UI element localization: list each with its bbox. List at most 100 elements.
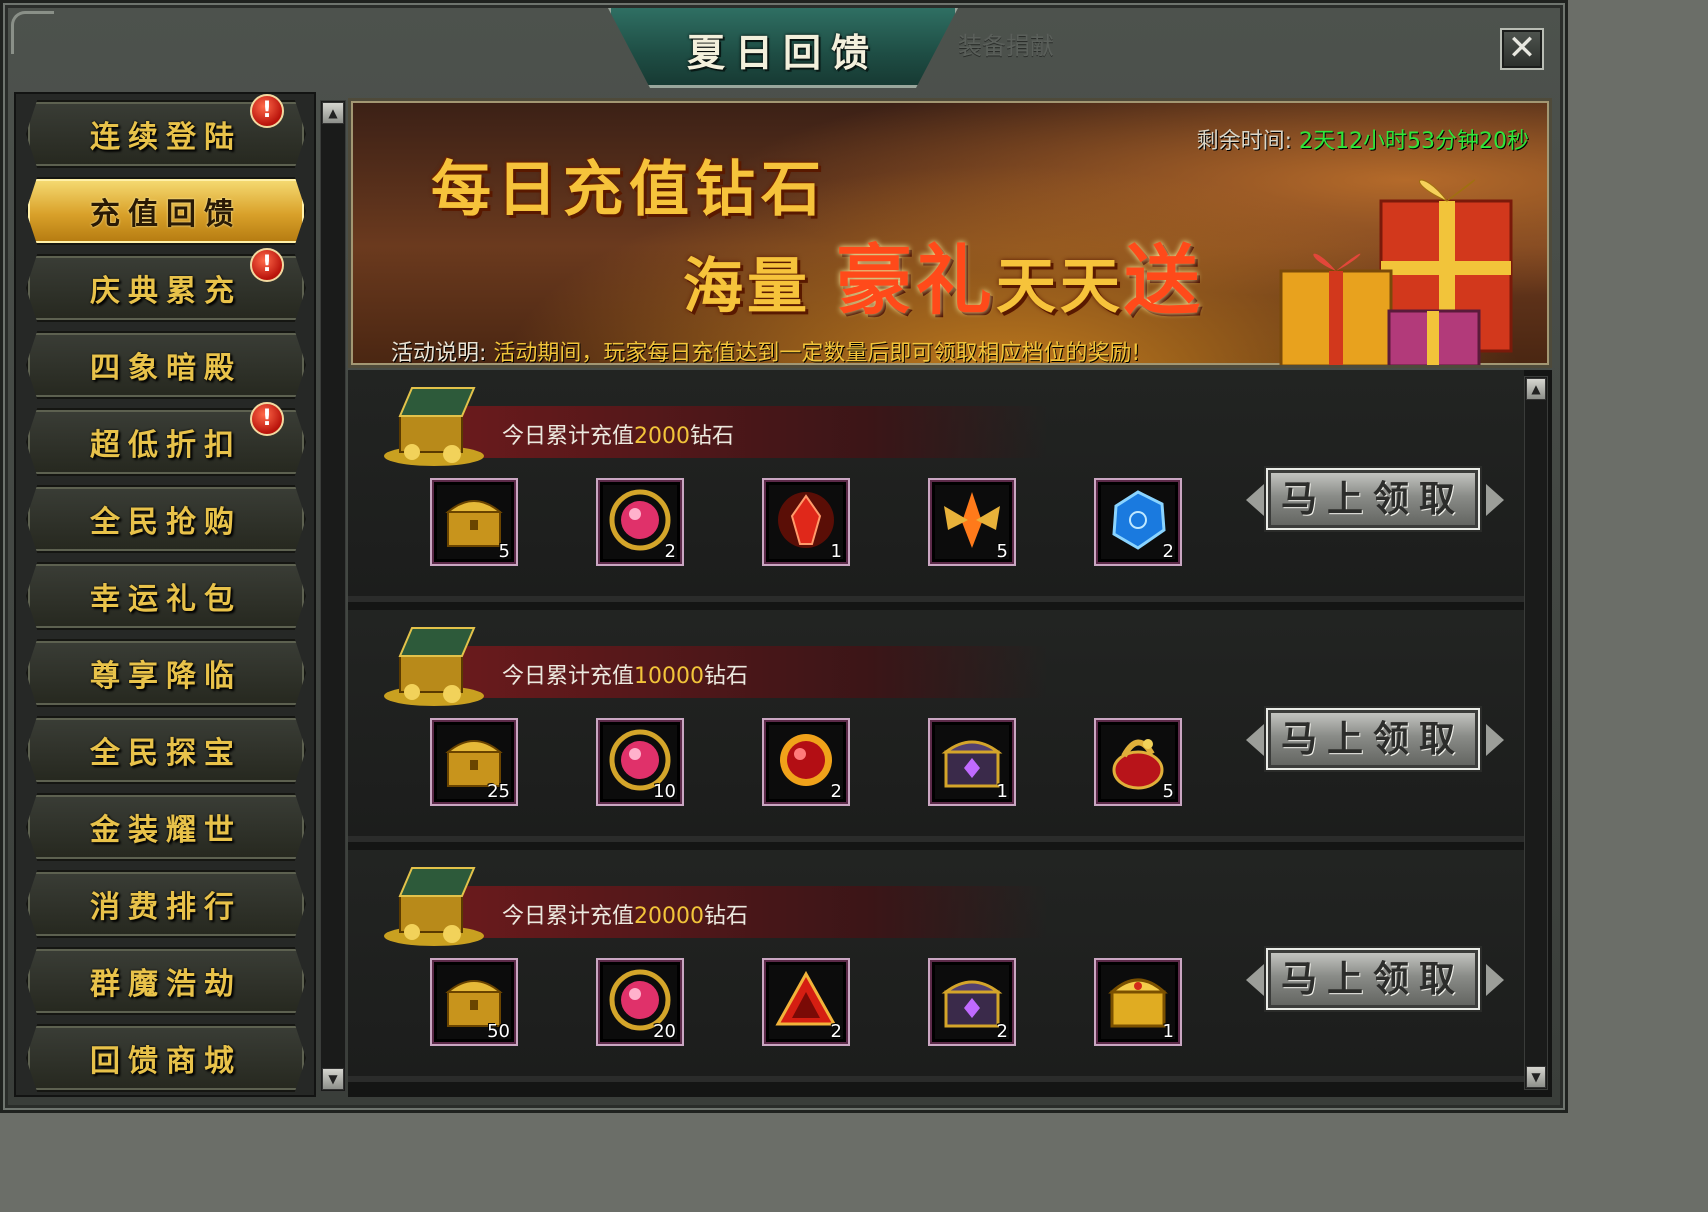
treasure-chest-icon bbox=[384, 387, 484, 466]
sidebar-item-label: 幸运礼包 bbox=[90, 582, 242, 617]
event-description: 活动说明: 活动期间，玩家每日充值达到一定数量后即可领取相应档位的奖励! bbox=[391, 335, 1141, 366]
sidebar-item-label: 尊享降临 bbox=[90, 659, 242, 694]
treasure-chest-icon bbox=[384, 867, 484, 946]
tier-suffix: 钻石 bbox=[704, 904, 749, 929]
banner-headline-1: 每日充值钻石 bbox=[431, 155, 827, 225]
reward-slot[interactable]: 2 bbox=[762, 718, 850, 806]
sidebar-item-lucky-pack[interactable]: 幸运礼包 bbox=[26, 562, 306, 630]
reward-slot[interactable]: 2 bbox=[928, 958, 1016, 1046]
tier-header: 今日累计充值10000钻石 bbox=[458, 646, 1048, 698]
reward-slot[interactable]: 5 bbox=[1094, 718, 1182, 806]
tier-amount: 2000 bbox=[634, 424, 691, 449]
item-quantity: 1 bbox=[1162, 1021, 1174, 1042]
item-quantity: 5 bbox=[498, 541, 510, 562]
headline-part-d: 送 bbox=[1123, 236, 1204, 325]
item-quantity: 2 bbox=[1162, 541, 1174, 562]
scroll-up-icon[interactable]: ▲ bbox=[1526, 378, 1546, 400]
sidebar-item-label: 充值回馈 bbox=[90, 197, 242, 232]
alert-badge-icon: ! bbox=[250, 94, 284, 128]
reward-slot[interactable]: 2 bbox=[596, 478, 684, 566]
item-quantity: 50 bbox=[487, 1021, 510, 1042]
tier-amount: 20000 bbox=[634, 904, 705, 929]
close-button[interactable]: ✕ bbox=[1500, 28, 1544, 70]
sidebar-item-demon-raid[interactable]: 群魔浩劫 bbox=[26, 947, 306, 1015]
event-banner: 剩余时间: 2天12小时53分钟20秒 每日充值钻石 海量 豪礼天天送 活动说明… bbox=[348, 98, 1552, 368]
sidebar-item-flash-sale[interactable]: 全民抢购 bbox=[26, 485, 306, 553]
item-quantity: 5 bbox=[1162, 781, 1174, 802]
sidebar-item-treasure-hunt[interactable]: 全民探宝 bbox=[26, 716, 306, 784]
chevron-left-icon bbox=[1246, 724, 1264, 756]
desc-text: 活动期间，玩家每日充值达到一定数量后即可领取相应档位的奖励! bbox=[493, 341, 1141, 366]
chevron-left-icon bbox=[1246, 964, 1264, 996]
sidebar-item-label: 金装耀世 bbox=[90, 813, 242, 848]
scroll-up-icon[interactable]: ▲ bbox=[322, 102, 344, 124]
reward-slot[interactable]: 1 bbox=[928, 718, 1016, 806]
reward-slot[interactable]: 20 bbox=[596, 958, 684, 1046]
item-quantity: 10 bbox=[653, 781, 676, 802]
item-quantity: 20 bbox=[653, 1021, 676, 1042]
sidebar-item-label: 全民探宝 bbox=[90, 736, 242, 771]
tab-equipment-donation[interactable]: 装备捐献 bbox=[958, 26, 1054, 61]
claim-button[interactable]: 马上领取 bbox=[1264, 706, 1482, 772]
tier-title: 今日累计充值20000钻石 bbox=[502, 898, 748, 930]
banner-headline-2: 海量 豪礼天天送 bbox=[683, 219, 1204, 329]
timer-value: 2天12小时53分钟20秒 bbox=[1299, 129, 1529, 154]
reward-slot[interactable]: 25 bbox=[430, 718, 518, 806]
item-quantity: 2 bbox=[996, 1021, 1008, 1042]
reward-slot[interactable]: 2 bbox=[1094, 478, 1182, 566]
window-title: 夏日回馈 bbox=[686, 30, 879, 75]
sidebar-scrollbar[interactable]: ▲ ▼ bbox=[320, 100, 346, 1092]
headline-part-a: 海量 bbox=[683, 252, 811, 322]
claim-button[interactable]: 马上领取 bbox=[1264, 466, 1482, 532]
reward-list: 今日累计充值2000钻石 5 2 1 5 2 马上领取 今日累计充值10000钻… bbox=[348, 370, 1552, 1097]
sidebar-item-feedback-shop[interactable]: 回馈商城 bbox=[26, 1024, 306, 1092]
sidebar-item-vip[interactable]: 尊享降临 bbox=[26, 639, 306, 707]
tier-prefix: 今日累计充值 bbox=[502, 424, 635, 449]
reward-tier: 今日累计充值2000钻石 5 2 1 5 2 马上领取 bbox=[348, 370, 1524, 602]
item-quantity: 25 bbox=[487, 781, 510, 802]
reward-slot[interactable]: 2 bbox=[762, 958, 850, 1046]
chevron-right-icon bbox=[1486, 964, 1504, 996]
scroll-down-icon[interactable]: ▼ bbox=[1526, 1066, 1546, 1088]
sidebar-item-recharge-feedback[interactable]: 充值回馈 bbox=[26, 177, 306, 245]
reward-tier: 今日累计充值20000钻石 50 20 2 2 1 马上领取 bbox=[348, 850, 1524, 1082]
time-remaining: 剩余时间: 2天12小时53分钟20秒 bbox=[1197, 123, 1529, 155]
reward-slot[interactable]: 1 bbox=[1094, 958, 1182, 1046]
tier-prefix: 今日累计充值 bbox=[502, 904, 635, 929]
item-quantity: 5 bbox=[996, 541, 1008, 562]
tier-suffix: 钻石 bbox=[690, 424, 735, 449]
tier-header: 今日累计充值20000钻石 bbox=[458, 886, 1048, 938]
reward-slot[interactable]: 50 bbox=[430, 958, 518, 1046]
sidebar-item-label: 四象暗殿 bbox=[90, 351, 242, 386]
claim-button[interactable]: 马上领取 bbox=[1264, 946, 1482, 1012]
tier-header: 今日累计充值2000钻石 bbox=[458, 406, 1048, 458]
reward-list-scrollbar[interactable]: ▲ ▼ bbox=[1524, 376, 1548, 1090]
treasure-chest-icon bbox=[384, 627, 484, 706]
reward-slot[interactable]: 5 bbox=[928, 478, 1016, 566]
tier-suffix: 钻石 bbox=[704, 664, 749, 689]
reward-slot[interactable]: 5 bbox=[430, 478, 518, 566]
sidebar-item-dark-palace[interactable]: 四象暗殿 bbox=[26, 331, 306, 399]
headline-part-b: 豪礼 bbox=[835, 236, 996, 325]
headline-part-c: 天天 bbox=[995, 252, 1124, 322]
alert-badge-icon: ! bbox=[250, 402, 284, 436]
reward-tier: 今日累计充值10000钻石 25 10 2 1 5 马上领取 bbox=[348, 610, 1524, 842]
sidebar-item-gold-gear[interactable]: 金装耀世 bbox=[26, 793, 306, 861]
tier-title: 今日累计充值2000钻石 bbox=[502, 418, 734, 450]
sidebar-item-label: 消费排行 bbox=[90, 890, 242, 925]
sidebar-item-label: 群魔浩劫 bbox=[90, 967, 242, 1002]
sidebar-item-spending-rank[interactable]: 消费排行 bbox=[26, 870, 306, 938]
reward-slot[interactable]: 1 bbox=[762, 478, 850, 566]
tier-title: 今日累计充值10000钻石 bbox=[502, 658, 748, 690]
desc-label: 活动说明: bbox=[391, 341, 487, 366]
close-icon: ✕ bbox=[1507, 28, 1537, 68]
sidebar: 连续登陆 充值回馈 庆典累充 四象暗殿 超低折扣 全民抢购 幸运礼包 尊享降临 … bbox=[14, 92, 316, 1097]
reward-slot[interactable]: 10 bbox=[596, 718, 684, 806]
scroll-down-icon[interactable]: ▼ bbox=[322, 1068, 344, 1090]
item-quantity: 2 bbox=[664, 541, 676, 562]
gift-boxes-icon bbox=[1279, 179, 1513, 365]
tier-amount: 10000 bbox=[634, 664, 705, 689]
chevron-right-icon bbox=[1486, 484, 1504, 516]
item-quantity: 1 bbox=[996, 781, 1008, 802]
sidebar-item-label: 回馈商城 bbox=[90, 1044, 242, 1079]
